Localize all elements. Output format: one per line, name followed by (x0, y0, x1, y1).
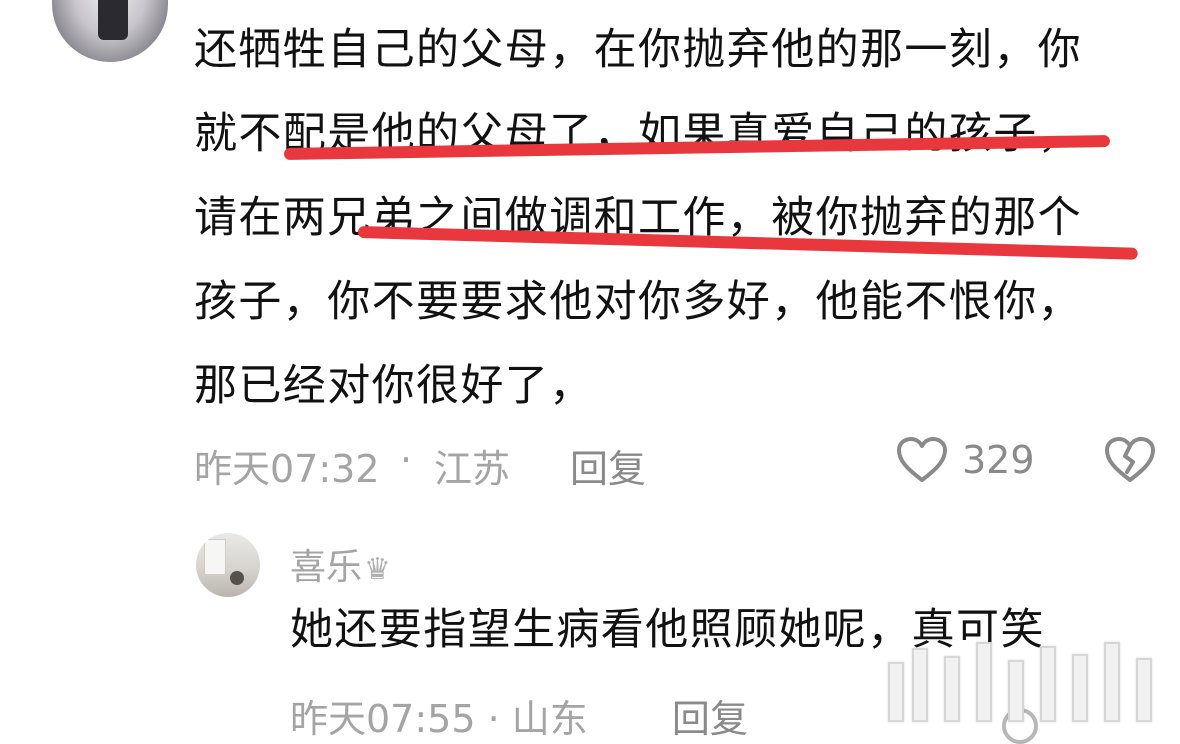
comment-location: 江苏 (434, 447, 511, 491)
reply-reply-button[interactable]: 回复 (672, 697, 748, 741)
heart-outline-icon (897, 437, 947, 482)
avatar-object (230, 571, 244, 585)
meta-separator: · (487, 697, 500, 741)
avatar-window (204, 539, 226, 575)
reply-location: 山东 (511, 697, 588, 741)
commenter-avatar[interactable] (52, 0, 168, 62)
watermark-bar (976, 642, 992, 722)
watermark-bar (944, 656, 960, 722)
watermark-bar (1104, 642, 1120, 722)
meta-separator: · (400, 438, 413, 482)
comment-line-2: 就不配是他的父母了，如果真爱自己的孩子， (194, 109, 1082, 159)
watermark-bar (912, 648, 928, 722)
comment-line-1: 还牺牲自己的父母，在你抛弃他的那一刻，你 (194, 25, 1082, 75)
reply-time: 昨天07:55 (290, 697, 476, 741)
watermark-bar (1008, 660, 1024, 722)
watermark-bar (888, 662, 904, 722)
broken-heart-icon[interactable] (1104, 436, 1156, 484)
comment-meta: 昨天07:32 · 江苏 回复 329 (194, 432, 1162, 492)
crown-badge-icon: ♛ (364, 552, 391, 587)
comment-line-4: 孩子，你不要要求他对你多好，他能不恨你， (194, 277, 1082, 327)
reply-author[interactable]: 喜乐♛ (290, 538, 391, 590)
reply-author-name: 喜乐 (290, 547, 363, 588)
reply-avatar[interactable] (196, 533, 260, 597)
comment-line-5: 那已经对你很好了， (194, 361, 594, 411)
watermark-bar (1072, 654, 1088, 722)
reply-button[interactable]: 回复 (570, 438, 646, 493)
watermark-bar (1136, 658, 1152, 722)
watermark-bar (1040, 646, 1056, 722)
like-count: 329 (962, 438, 1035, 482)
reply-meta: 昨天07:55 · 山东 回复 (290, 688, 748, 743)
watermark-logo (882, 638, 1172, 722)
avatar-figure (98, 0, 128, 40)
comment-time: 昨天07:32 (194, 447, 380, 491)
